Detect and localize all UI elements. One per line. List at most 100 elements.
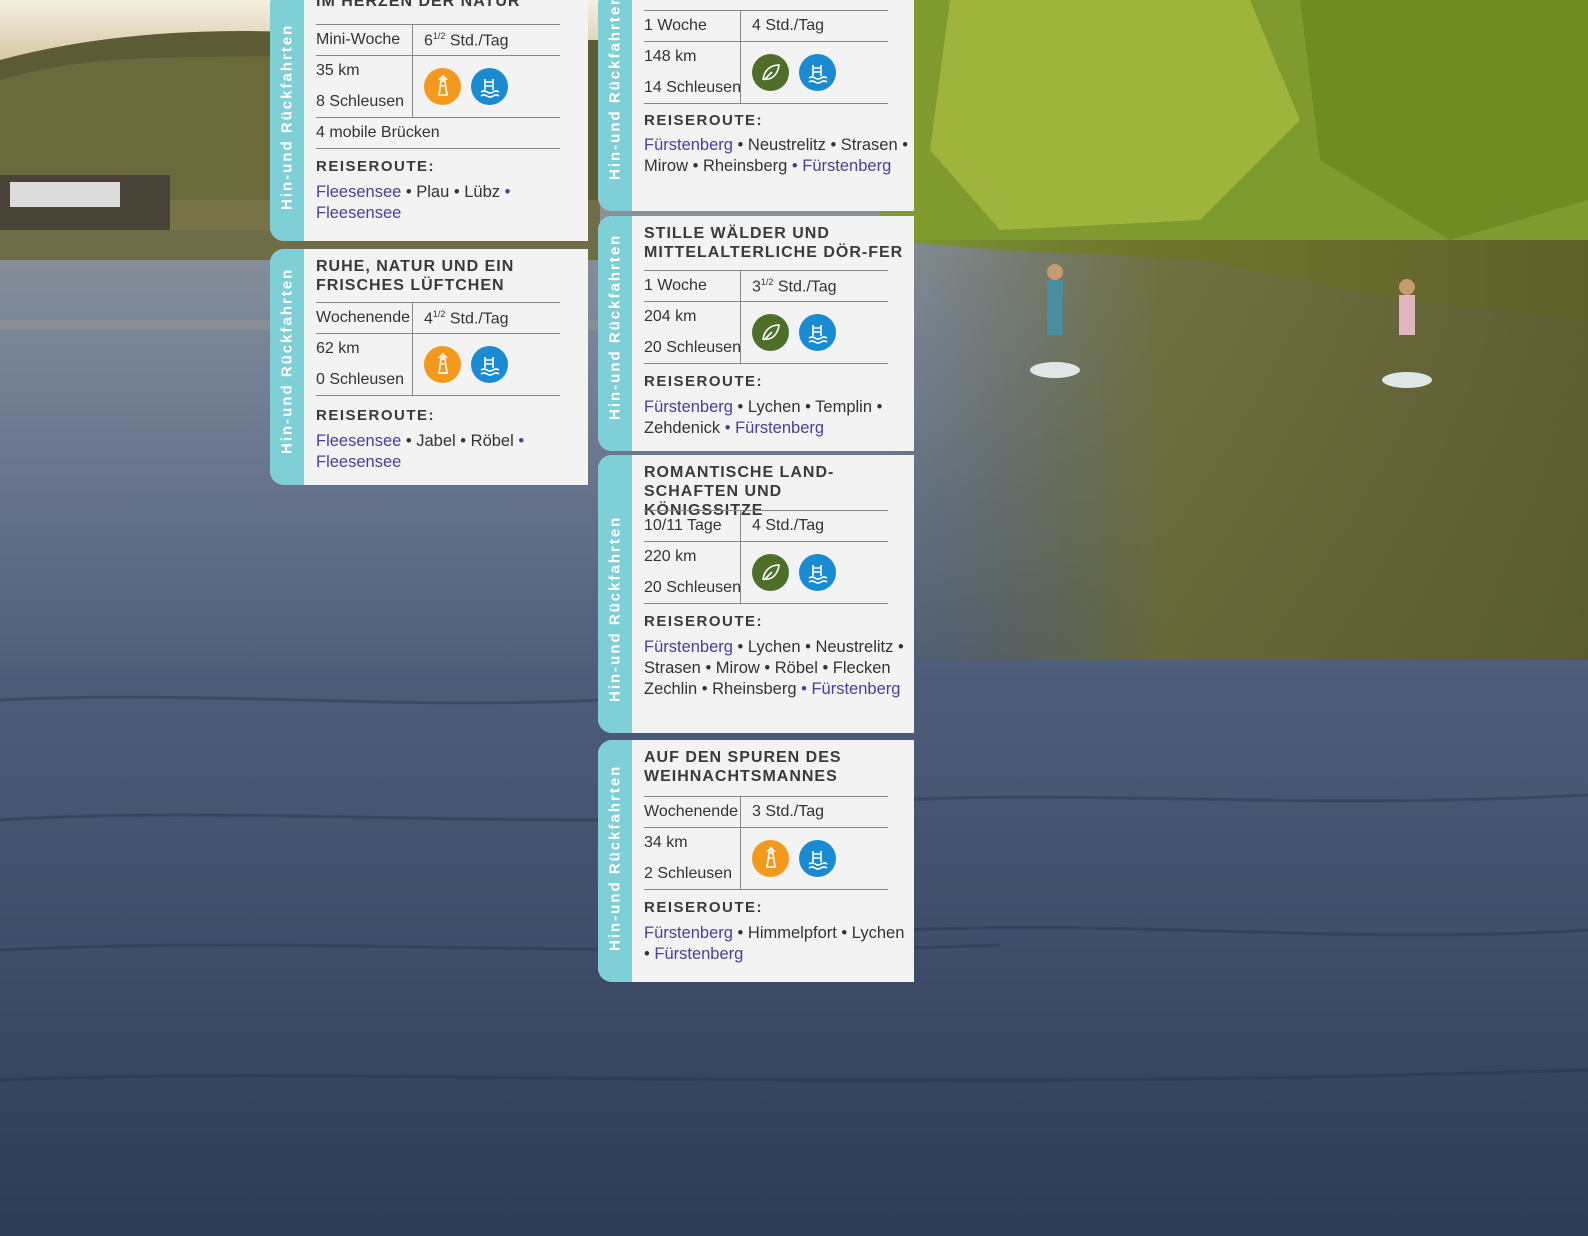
trip-facts: Wochenende 3 Std./Tag 34 km 2 Schleusen — [644, 796, 888, 890]
lighthouse-icon — [752, 840, 789, 877]
trip-duration: Wochenende — [316, 309, 410, 326]
hours-unit: Std./Tag — [773, 278, 837, 296]
route-end: • Fürstenberg — [724, 419, 825, 437]
trip-icons — [752, 840, 846, 877]
trip-type-label: Hin-und Rückfahrten — [606, 0, 624, 180]
trip-duration: Wochenende — [644, 803, 738, 820]
trip-locks: 20 Schleusen — [644, 579, 741, 596]
trip-locks: 0 Schleusen — [316, 371, 405, 388]
facts-row: Wochenende 3 Std./Tag — [644, 796, 888, 828]
trip-distance: 148 km — [644, 48, 697, 65]
trip-distance: 204 km — [644, 308, 697, 325]
lighthouse-icon — [424, 68, 461, 105]
trip-hours: 41/2 Std./Tag — [424, 309, 509, 328]
trip-duration: 1 Woche — [644, 277, 707, 294]
trip-type-strip: Hin-und Rückfahrten — [598, 0, 632, 211]
trip-facts: Wochenende 41/2 Std./Tag 62 km 0 Schleus… — [316, 302, 560, 396]
divider — [740, 11, 741, 41]
route-label: REISEROUTE: — [316, 158, 436, 175]
facts-row: 1 Woche 31/2 Std./Tag — [644, 270, 888, 302]
trip-card: Hin-und Rückfahrten AUF DEN SPUREN DES W… — [598, 740, 914, 982]
trip-hours: 61/2 Std./Tag — [424, 31, 509, 50]
facts-row: 204 km 20 Schleusen — [644, 302, 888, 364]
hours-unit: Std./Tag — [445, 310, 509, 328]
hours-value: 4 — [424, 310, 433, 328]
trip-type-strip: Hin-und Rückfahrten — [598, 740, 632, 982]
trip-duration: 10/11 Tage — [644, 517, 722, 534]
swim-icon — [799, 54, 836, 91]
trip-type-strip: Hin-und Rückfahrten — [598, 216, 632, 451]
trip-type-label: Hin-und Rückfahrten — [278, 23, 296, 210]
route-stops: • Jabel • Röbel — [401, 432, 519, 450]
route-start: Fürstenberg — [644, 398, 733, 416]
route-start: Fürstenberg — [644, 924, 733, 942]
trip-type-label: Hin-und Rückfahrten — [606, 233, 624, 420]
trip-distance: 35 km — [316, 62, 360, 79]
hours-unit: Std./Tag — [445, 32, 509, 50]
route-label: REISEROUTE: — [644, 112, 764, 129]
route-end: Fürstenberg — [654, 945, 744, 963]
route-start: Fleesensee — [316, 183, 402, 201]
route-end: • Fürstenberg — [801, 680, 901, 698]
leaf-icon — [752, 314, 789, 351]
trip-facts: 1 Woche 31/2 Std./Tag 204 km 20 Schleuse… — [644, 270, 888, 364]
trip-facts: 1 Woche 4 Std./Tag 148 km 14 Schleusen — [644, 10, 888, 104]
divider — [740, 828, 741, 889]
facts-row: 1 Woche 4 Std./Tag — [644, 10, 888, 42]
route-start: Fürstenberg — [644, 136, 733, 154]
trip-hours: 3 Std./Tag — [752, 803, 825, 820]
hours-fraction: 1/2 — [432, 309, 446, 319]
facts-row: 35 km 8 Schleusen — [316, 56, 560, 118]
trip-locks: 2 Schleusen — [644, 865, 733, 882]
trip-type-label: Hin-und Rückfahrten — [606, 764, 624, 951]
leaf-icon — [752, 54, 789, 91]
route-end: • Fürstenberg — [791, 157, 892, 175]
swim-icon — [799, 840, 836, 877]
trip-type-label: Hin-und Rückfahrten — [278, 267, 296, 454]
trip-distance: 220 km — [644, 548, 697, 565]
route-label: REISEROUTE: — [644, 373, 764, 390]
trip-card: Hin-und Rückfahrten 1 Woche 4 Std./Tag 1… — [598, 0, 914, 211]
trip-icons — [424, 346, 518, 383]
facts-row: 10/11 Tage 4 Std./Tag — [644, 510, 888, 542]
facts-row: Mini-Woche 61/2 Std./Tag — [316, 24, 560, 56]
facts-row: Wochenende 41/2 Std./Tag — [316, 302, 560, 334]
route-label: REISEROUTE: — [316, 407, 436, 424]
trip-bridges: 4 mobile Brücken — [316, 124, 440, 141]
hours-value: 3 — [752, 278, 761, 296]
trip-type-strip: Hin-und Rückfahrten — [598, 455, 632, 733]
route-start: Fleesensee — [316, 432, 402, 450]
trip-facts: 10/11 Tage 4 Std./Tag 220 km 20 Schleuse… — [644, 510, 888, 604]
swim-icon — [799, 314, 836, 351]
trip-route: Fleesensee • Jabel • Röbel • Fleesensee — [316, 431, 584, 473]
trip-icons — [752, 554, 846, 591]
divider — [412, 56, 413, 117]
route-start: Fürstenberg — [644, 638, 733, 656]
facts-row: 220 km 20 Schleusen — [644, 542, 888, 604]
trip-type-strip: Hin-und Rückfahrten — [270, 249, 304, 485]
trip-card: Hin-und Rückfahrten RUHE, NATUR UND EIN … — [270, 249, 588, 485]
trip-type-label: Hin-und Rückfahrten — [606, 515, 624, 702]
facts-row: 62 km 0 Schleusen — [316, 334, 560, 396]
trip-hours: 31/2 Std./Tag — [752, 277, 837, 296]
trip-icons — [752, 314, 846, 351]
route-label: REISEROUTE: — [644, 899, 764, 916]
route-stops: • Plau • Lübz — [401, 183, 505, 201]
trip-route: Fürstenberg • Lychen • Templin • Zehdeni… — [644, 397, 912, 439]
divider — [740, 797, 741, 827]
trip-locks: 14 Schleusen — [644, 79, 741, 96]
leaf-icon — [752, 554, 789, 591]
divider — [412, 334, 413, 395]
divider — [412, 25, 413, 55]
trip-distance: 34 km — [644, 834, 688, 851]
trip-route: Fürstenberg • Lychen • Neustrelitz • Str… — [644, 637, 912, 700]
trip-card: Hin-und Rückfahrten STILLE WÄLDER UND MI… — [598, 216, 914, 451]
trip-type-strip: Hin-und Rückfahrten — [270, 0, 304, 241]
facts-row: 148 km 14 Schleusen — [644, 42, 888, 104]
trip-title: IM HERZEN DER NATUR — [316, 0, 521, 10]
trip-hours: 4 Std./Tag — [752, 517, 825, 534]
divider — [740, 271, 741, 301]
trip-card: Hin-und Rückfahrten ROMANTISCHE LAND-SCH… — [598, 455, 914, 733]
facts-row: 34 km 2 Schleusen — [644, 828, 888, 890]
swim-icon — [471, 68, 508, 105]
